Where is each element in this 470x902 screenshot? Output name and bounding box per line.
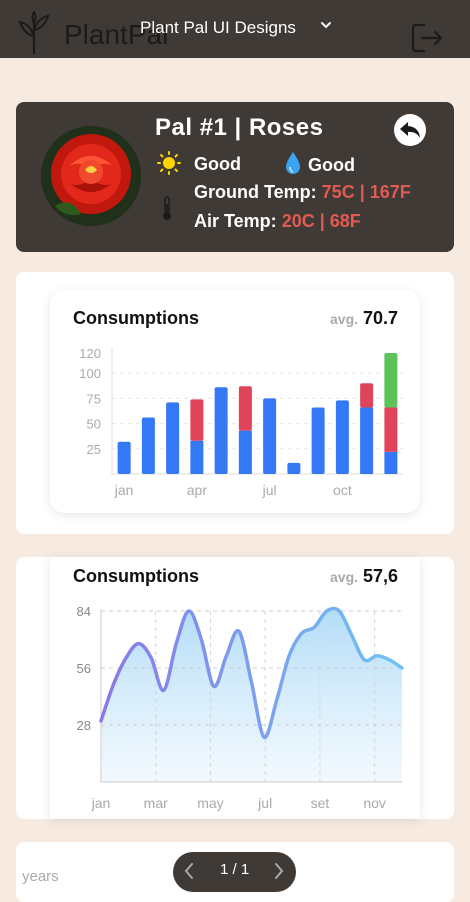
x-tick-label: nov <box>363 795 386 811</box>
x-tick-label: mar <box>144 795 168 811</box>
chevron-left-icon[interactable] <box>182 862 196 880</box>
x-tick-label: set <box>311 795 330 811</box>
area-chart: 28 56 84 jan mar may jul set nov <box>77 604 404 811</box>
chevron-right-icon[interactable] <box>272 862 286 880</box>
x-tick-label: may <box>197 795 223 811</box>
y-tick-label: 28 <box>77 718 91 733</box>
years-label: years <box>22 868 59 885</box>
area-fill <box>101 608 402 782</box>
y-tick-label: 56 <box>77 661 91 676</box>
x-tick-label: jan <box>91 795 111 811</box>
y-tick-label: 84 <box>77 604 91 619</box>
pager-text: 1 / 1 <box>220 861 250 878</box>
x-tick-label: jul <box>257 795 272 811</box>
